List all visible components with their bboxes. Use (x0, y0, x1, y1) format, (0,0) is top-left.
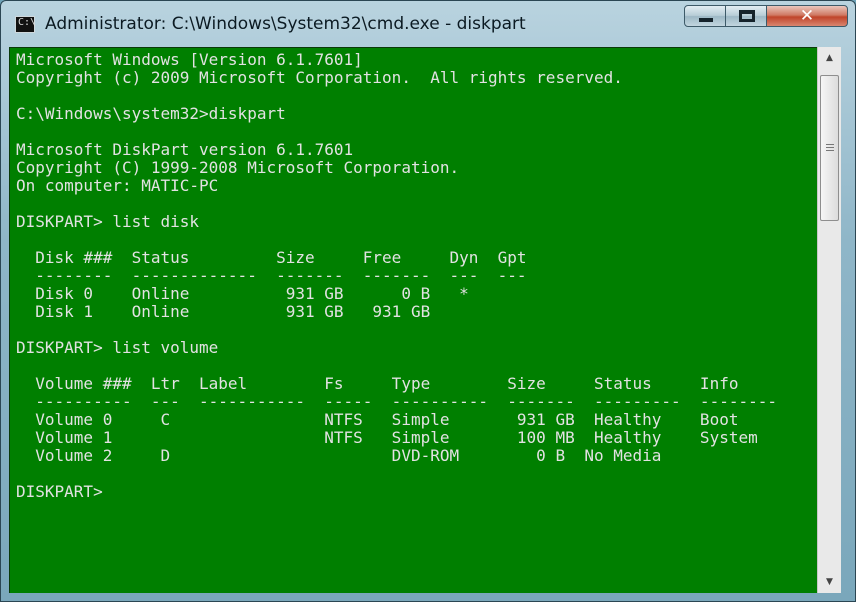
vertical-scrollbar[interactable]: ▲ ▼ (817, 47, 841, 593)
cmd-icon-glyph: C:\ (18, 17, 37, 28)
cmd-window: C:\ Administrator: C:\Windows\System32\c… (0, 0, 856, 602)
maximize-button[interactable] (725, 5, 767, 27)
minimize-button[interactable] (684, 5, 726, 27)
title-bar[interactable]: C:\ Administrator: C:\Windows\System32\c… (1, 1, 855, 47)
close-button[interactable]: ✕ (766, 5, 848, 27)
cmd-icon[interactable]: C:\ (15, 16, 37, 33)
maximize-icon (739, 10, 755, 22)
console-text: Microsoft Windows [Version 6.1.7601] Cop… (16, 50, 777, 501)
scroll-down-arrow-icon[interactable]: ▼ (818, 571, 841, 593)
close-icon: ✕ (799, 6, 815, 26)
scroll-grip-icon (826, 144, 834, 153)
scroll-up-arrow-icon[interactable]: ▲ (818, 47, 841, 69)
window-bottom-frame (1, 593, 855, 602)
minimize-icon (699, 18, 713, 22)
scroll-thumb[interactable] (820, 75, 839, 221)
console-output[interactable]: Microsoft Windows [Version 6.1.7601] Cop… (9, 47, 817, 593)
window-title: Administrator: C:\Windows\System32\cmd.e… (45, 14, 526, 34)
